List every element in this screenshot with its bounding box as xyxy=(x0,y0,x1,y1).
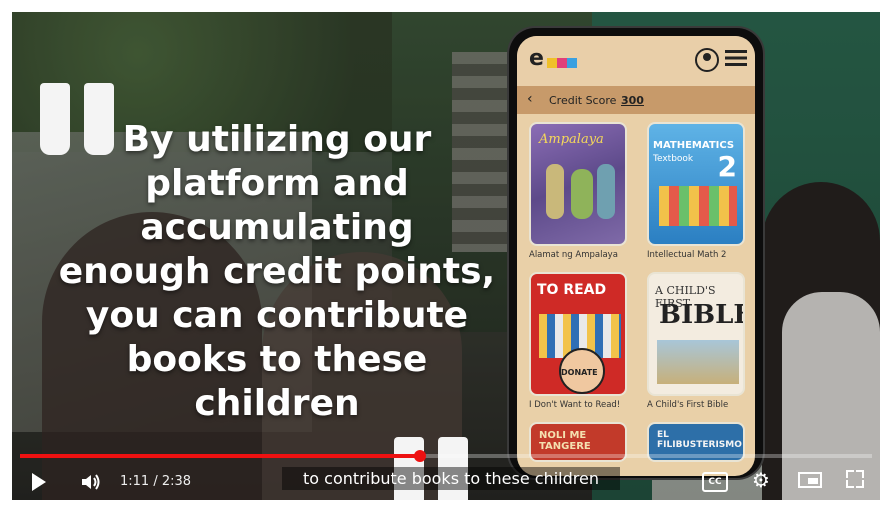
progress-bar[interactable] xyxy=(20,450,872,462)
book-cover: Ampalaya xyxy=(529,122,627,246)
progress-fill xyxy=(20,454,421,458)
fullscreen-icon[interactable] xyxy=(846,470,864,488)
duration: 2:38 xyxy=(161,474,192,489)
headline-line: By utilizing our xyxy=(122,119,432,160)
book-caption: Alamat ng Ampalaya xyxy=(529,250,618,260)
book-card: A CHILD'S FIRST BIBLE A Child's First Bi… xyxy=(647,272,745,410)
app-logo-stripes xyxy=(547,58,577,68)
miniplayer-icon[interactable] xyxy=(798,472,822,488)
video-player[interactable]: By utilizing our platform and accumulati… xyxy=(12,12,880,500)
time-display: 1:11 / 2:38 xyxy=(120,474,191,489)
player-controls: 1:11 / 2:38 CC ⚙ xyxy=(12,464,880,500)
app-header: e xyxy=(517,36,755,86)
app-logo: e xyxy=(529,46,544,71)
time-separator: / xyxy=(149,474,162,489)
headline-line: you can contribute xyxy=(85,295,469,336)
book-card: MATHEMATICS Textbook 2 Intellectual Math… xyxy=(647,122,745,260)
credit-score-label: Credit Score xyxy=(549,94,617,107)
play-icon[interactable] xyxy=(32,473,46,491)
cover-subtitle: BIBLE xyxy=(659,300,745,330)
user-icon xyxy=(695,48,719,72)
credit-score-bar: ‹ Credit Score 300 xyxy=(517,86,755,114)
cover-subtitle: Textbook xyxy=(653,154,694,164)
headline-line: accumulating xyxy=(140,207,414,248)
donate-badge: DONATE xyxy=(561,368,598,377)
book-cover: MATHEMATICS Textbook 2 xyxy=(647,122,745,246)
cover-title: Ampalaya xyxy=(539,132,604,147)
current-time: 1:11 xyxy=(120,474,150,489)
cover-title: TO READ xyxy=(537,282,607,298)
video-headline: By utilizing our platform and accumulati… xyxy=(32,118,522,426)
cover-title: NOLI ME TANGERE xyxy=(539,430,591,452)
book-card: Ampalaya Alamat ng Ampalaya xyxy=(529,122,627,260)
headline-line: books to these xyxy=(126,339,428,380)
cover-number: 2 xyxy=(717,150,737,183)
credit-score-value: 300 xyxy=(621,94,644,107)
phone-mockup: e ‹ Credit Score 300 Ampalaya Alamat ng … xyxy=(509,28,763,478)
back-arrow-icon: ‹ xyxy=(527,91,533,107)
book-cover: TO READ DONATE xyxy=(529,272,627,396)
closed-captions-button[interactable]: CC xyxy=(702,472,728,492)
hamburger-menu-icon xyxy=(725,50,747,66)
book-caption: A Child's First Bible xyxy=(647,400,729,410)
app-screen: e ‹ Credit Score 300 Ampalaya Alamat ng … xyxy=(517,36,755,476)
book-caption: Intellectual Math 2 xyxy=(647,250,727,260)
book-caption: I Don't Want to Read! xyxy=(529,400,621,410)
book-card: TO READ DONATE I Don't Want to Read! xyxy=(529,272,627,410)
volume-icon[interactable] xyxy=(80,472,102,496)
headline-line: enough credit points, xyxy=(58,251,496,292)
headline-line: platform and xyxy=(145,163,409,204)
gear-icon[interactable]: ⚙ xyxy=(752,468,770,492)
cover-title: EL FILIBUSTERISMO xyxy=(657,430,742,450)
book-cover: A CHILD'S FIRST BIBLE xyxy=(647,272,745,396)
